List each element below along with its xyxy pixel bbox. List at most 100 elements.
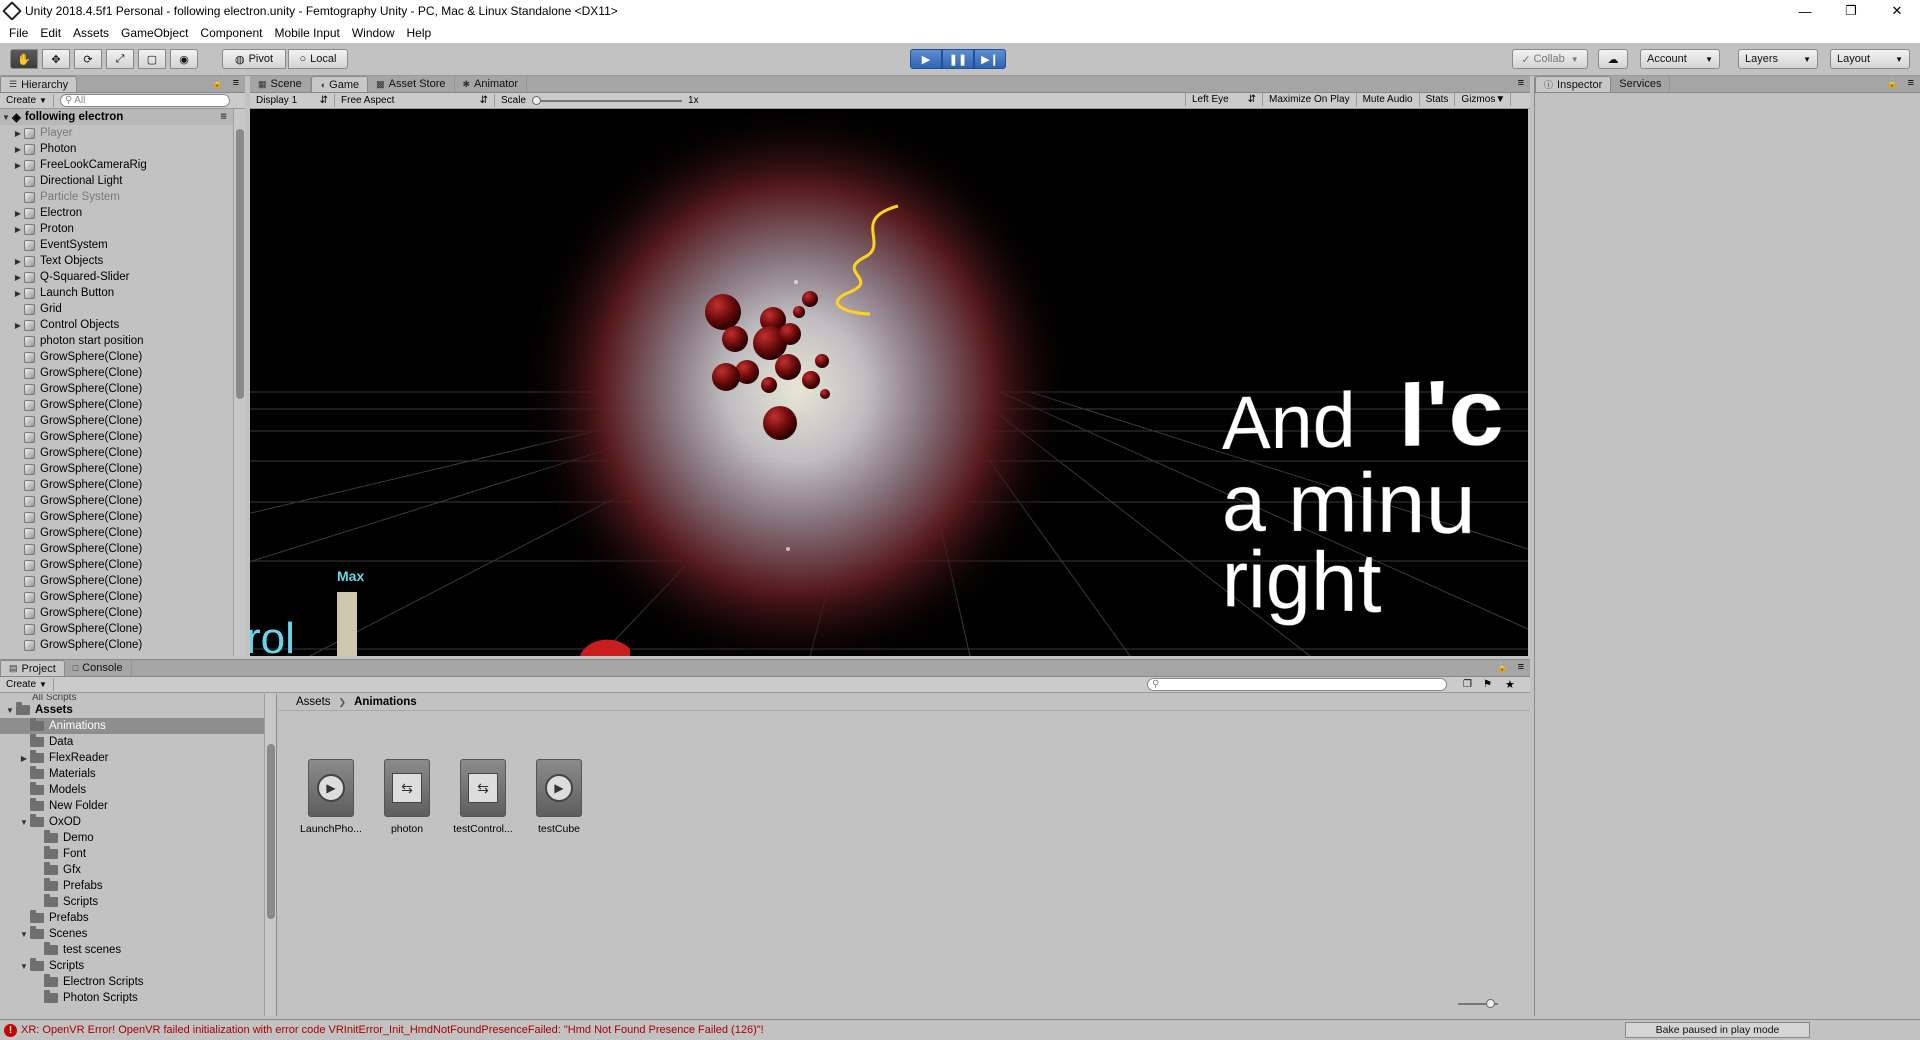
chevron-right-icon[interactable]: ▶ [12,257,24,266]
hierarchy-item[interactable]: GrowSphere(Clone) [0,365,245,381]
favorite-star-icon[interactable]: ★ [1505,678,1515,691]
tab-animator[interactable]: ✱ Animator [455,76,528,92]
project-tree-scroll-thumb[interactable] [267,744,275,919]
chevron-right-icon[interactable]: ▶ [18,754,30,763]
panel-menu-icon[interactable]: ≡ [1908,77,1914,89]
hierarchy-item[interactable]: Particle System [0,189,245,205]
lock-icon[interactable]: 🔒 [212,78,223,89]
hierarchy-item[interactable]: ▶ Proton [0,221,245,237]
scale-slider-thumb[interactable] [532,95,542,105]
hierarchy-item[interactable]: GrowSphere(Clone) [0,429,245,445]
filter-label-icon[interactable]: ⚑ [1483,679,1492,690]
hierarchy-item[interactable]: ▶ Control Objects [0,317,245,333]
chevron-right-icon[interactable]: ▶ [12,129,24,138]
tab-scene[interactable]: ▦ Scene [250,76,311,92]
play-button[interactable]: ▶ [910,49,942,69]
hierarchy-item[interactable]: Directional Light [0,173,245,189]
chevron-right-icon[interactable]: ▶ [12,225,24,234]
chevron-right-icon[interactable]: ▶ [12,289,24,298]
hierarchy-item[interactable]: EventSystem [0,237,245,253]
project-tree-item[interactable]: ▼ Assets [0,702,276,718]
project-tree-item[interactable]: Gfx [0,862,276,878]
collab-button[interactable]: ✓ Collab ▼ [1512,49,1588,69]
game-viewport[interactable]: Max rol And I'c a minu right [250,109,1528,656]
project-tree-item[interactable]: Prefabs [0,910,276,926]
project-tree-item[interactable]: ▼ OxOD [0,814,276,830]
close-icon[interactable]: ✕ [1874,0,1920,22]
icon-size-slider[interactable] [1458,999,1498,1008]
project-tree-item[interactable]: test scenes [0,942,276,958]
hierarchy-item[interactable]: ▶ Q-Squared-Slider [0,269,245,285]
project-tree-item[interactable]: ▼ Scenes [0,926,276,942]
menu-file[interactable]: File [3,26,34,40]
project-tree-item[interactable]: Animations [0,718,276,734]
menu-window[interactable]: Window [346,26,401,40]
hierarchy-item[interactable]: GrowSphere(Clone) [0,509,245,525]
project-tree-item[interactable]: ▶ FlexReader [0,750,276,766]
hierarchy-item[interactable]: GrowSphere(Clone) [0,349,245,365]
lock-icon[interactable]: 🔒 [1497,662,1508,673]
status-bar[interactable]: ! XR: OpenVR Error! OpenVR failed initia… [0,1019,1920,1040]
pause-button[interactable]: ❚❚ [942,49,974,69]
hierarchy-item[interactable]: GrowSphere(Clone) [0,493,245,509]
panel-menu-icon[interactable]: ≡ [233,77,239,89]
hierarchy-item[interactable]: GrowSphere(Clone) [0,525,245,541]
chevron-down-icon[interactable]: ▼ [18,962,30,971]
asset-photon[interactable]: ⇆ photon [369,759,445,835]
account-dropdown[interactable]: Account ▼ [1640,49,1720,69]
layout-dropdown[interactable]: Layout ▼ [1830,49,1910,69]
transform-tool-icon[interactable]: ◉ [170,49,198,69]
project-tree-item[interactable]: Data [0,734,276,750]
rect-tool-icon[interactable]: ▢ [138,49,166,69]
hierarchy-item[interactable]: GrowSphere(Clone) [0,621,245,637]
chevron-right-icon[interactable]: ▶ [12,161,24,170]
project-tree-item[interactable]: New Folder [0,798,276,814]
launch-button-shape[interactable] [580,639,630,656]
menu-assets[interactable]: Assets [67,26,115,40]
chevron-down-icon[interactable]: ▼ [0,113,12,122]
panel-menu-icon[interactable]: ≡ [1518,661,1524,673]
scene-root[interactable]: ▼ ◈ following electron ≡ [0,109,245,125]
pivot-button[interactable]: ◍ Pivot [222,49,286,69]
menu-component[interactable]: Component [194,26,268,40]
lock-icon[interactable]: 🔒 [1887,78,1898,89]
tab-console[interactable]: □ Console [65,660,132,676]
restore-icon[interactable]: ❐ [1828,0,1874,22]
chevron-right-icon[interactable]: ▶ [12,145,24,154]
project-tree-item[interactable]: Electron Scripts [0,974,276,990]
project-tree-item[interactable]: Photon Scripts [0,990,276,1006]
hierarchy-scroll-thumb[interactable] [236,129,244,399]
chevron-right-icon[interactable]: ▶ [12,209,24,218]
scene-menu-icon[interactable]: ≡ [220,111,227,123]
menu-gameobject[interactable]: GameObject [115,26,194,40]
hierarchy-item[interactable]: GrowSphere(Clone) [0,541,245,557]
tab-game[interactable]: ◖ Game [310,76,369,92]
project-tree-scrollbar[interactable] [264,694,276,1016]
hierarchy-item[interactable]: GrowSphere(Clone) [0,461,245,477]
display-dropdown[interactable]: Display 1 ⇵ [250,94,335,107]
filter-type-icon[interactable]: ❐ [1463,679,1472,690]
chevron-down-icon[interactable]: ▼ [18,930,30,939]
hierarchy-item[interactable]: Grid [0,301,245,317]
eye-dropdown[interactable]: Left Eye ⇵ [1185,92,1263,106]
maximize-on-play-toggle[interactable]: Maximize On Play [1263,92,1357,106]
asset-testcube[interactable]: ▶ testCube [521,759,597,835]
menu-help[interactable]: Help [401,26,438,40]
scale-slider[interactable] [532,95,683,105]
project-tree-item[interactable]: ▼ Scripts [0,958,276,974]
hierarchy-item[interactable]: ▶ FreeLookCameraRig [0,157,245,173]
hierarchy-item[interactable]: GrowSphere(Clone) [0,445,245,461]
project-search-input[interactable]: ⚲ [1147,678,1447,691]
tab-project[interactable]: ▤ Project [0,660,65,676]
project-tree-item[interactable]: Demo [0,830,276,846]
project-create-dropdown[interactable]: Create ▼ [0,678,54,691]
hierarchy-item[interactable]: GrowSphere(Clone) [0,397,245,413]
hierarchy-item[interactable]: ▶ Player [0,125,245,141]
project-tree-item[interactable]: Prefabs [0,878,276,894]
hierarchy-item[interactable]: GrowSphere(Clone) [0,557,245,573]
hierarchy-item[interactable]: GrowSphere(Clone) [0,605,245,621]
q2-slider-bar[interactable] [337,592,357,656]
aspect-dropdown[interactable]: Free Aspect ⇵ [335,94,495,107]
mute-audio-toggle[interactable]: Mute Audio [1357,92,1420,106]
hierarchy-item[interactable]: GrowSphere(Clone) [0,413,245,429]
